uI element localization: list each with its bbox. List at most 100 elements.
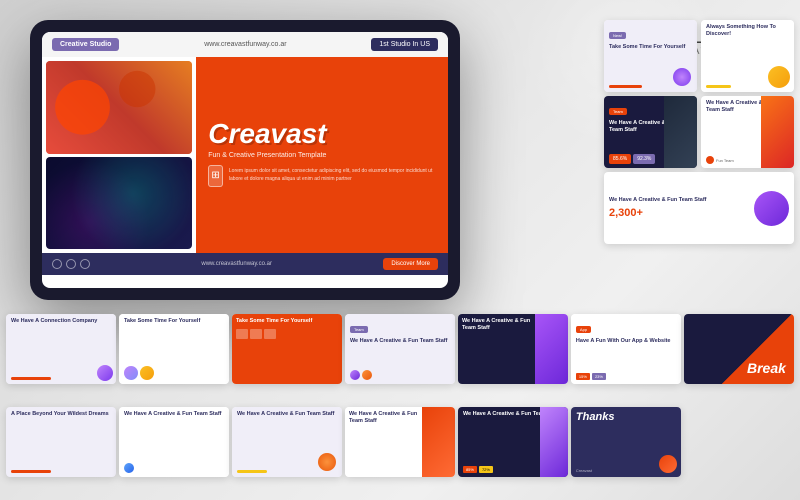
ms12-s2: 72%	[479, 466, 493, 473]
rs1-circle	[673, 68, 691, 86]
ms11-left: We Have A Creative & Fun Team Staff	[345, 407, 422, 477]
rs4-img	[761, 96, 794, 168]
mini-slide-2[interactable]: Take Some Time For Yourself	[119, 314, 229, 384]
ms5-img	[535, 314, 568, 384]
rs2-circle	[768, 66, 790, 88]
ms5-layout: We Have A Creative & Fun Team Staff	[458, 314, 568, 384]
right-slide-5[interactable]: We Have A Creative & Fun Team Staff 2,30…	[604, 172, 794, 244]
mini-slide-13[interactable]: Thanks Creavast	[571, 407, 681, 477]
stat2: 92.3%	[633, 154, 655, 164]
rs1-title: Take Some Time For Yourself	[609, 44, 692, 51]
rs5-left: We Have A Creative & Fun Team Staff 2,30…	[609, 197, 748, 218]
slide-icon-box: ⊞	[208, 165, 223, 187]
mini-slide-9[interactable]: We Have A Creative & Fun Team Staff	[119, 407, 229, 477]
ms9-row	[124, 463, 224, 473]
slide-title: Creavast	[208, 120, 436, 148]
ms10-title: We Have A Creative & Fun Team Staff	[237, 411, 337, 418]
ms11-img	[422, 407, 455, 477]
ms1-title: We Have A Connection Company	[11, 318, 111, 325]
ms4-c2	[362, 370, 372, 380]
ms1-circle	[97, 365, 113, 381]
rs5-stat: 2,300+	[609, 207, 748, 219]
ms3-bg: Take Some Time For Yourself	[232, 314, 342, 384]
ms11-title: We Have A Creative & Fun Team Staff	[349, 411, 418, 425]
ms3-title: Take Some Time For Yourself	[236, 318, 338, 325]
footer-dots	[52, 259, 90, 269]
mini-slide-12[interactable]: We Have A Creative & Fun Team Staff 85% …	[458, 407, 568, 477]
ms5-title: We Have A Creative & Fun Team Staff	[462, 318, 531, 332]
mini-slide-8[interactable]: A Place Beyond Your Wildest Dreams	[6, 407, 116, 477]
slide-body-text: Lorem ipsum dolor sit amet, consectetur …	[229, 168, 436, 183]
ms2-img	[124, 366, 138, 380]
badge-r3: Team	[609, 108, 627, 115]
mini-slide-5[interactable]: We Have A Creative & Fun Team Staff	[458, 314, 568, 384]
ms5-left: We Have A Creative & Fun Team Staff	[458, 314, 535, 384]
ms6-title: Have A Fun With Our App & Website	[576, 338, 676, 345]
rs5-img	[754, 191, 789, 226]
ms12-s1: 85%	[463, 466, 477, 473]
ms4-circles	[350, 370, 450, 380]
header-badge: 1st Studio In US	[371, 38, 438, 51]
stat1: 85.6%	[609, 154, 631, 164]
ms4-title: We Have A Creative & Fun Team Staff	[350, 338, 450, 345]
ms4-badge: Team	[350, 326, 368, 333]
ms2-title: Take Some Time For Yourself	[124, 318, 224, 325]
ms6-stats: 15% 23%	[576, 373, 676, 380]
ms3-boxes	[236, 329, 338, 339]
right-row-2: Team We Have A Creative & Fun Team Staff…	[604, 96, 794, 168]
ms13-circle	[659, 455, 677, 473]
mini-slide-1[interactable]: We Have A Connection Company	[6, 314, 116, 384]
slide-subtitle: Fun & Creative Presentation Template	[208, 152, 436, 159]
mini-slide-3[interactable]: Take Some Time For Yourself	[232, 314, 342, 384]
rs4-text: Fun Team	[716, 158, 734, 163]
right-slide-1[interactable]: New! Take Some Time For Yourself	[604, 20, 697, 92]
rs3-img	[664, 96, 697, 168]
break-text: Break	[747, 360, 786, 376]
slide-images	[42, 57, 196, 253]
dot-1	[52, 259, 62, 269]
ms6-s2: 23%	[592, 373, 606, 380]
ms8-accent	[11, 470, 51, 473]
right-slide-4[interactable]: We Have A Creative & Fun Team Staff Fun …	[701, 96, 794, 168]
header-url: www.creavastfunway.co.ar	[125, 41, 365, 48]
dot-3	[80, 259, 90, 269]
rs5-title: We Have A Creative & Fun Team Staff	[609, 197, 748, 204]
creative-studio-btn[interactable]: Creative Studio	[52, 38, 119, 51]
right-slide-2[interactable]: Always Something How To Discover!	[701, 20, 794, 92]
rs4-dot	[706, 156, 714, 164]
ms12-img	[540, 407, 567, 477]
badge-r1: New!	[609, 32, 626, 39]
ms2-img2	[140, 366, 154, 380]
mini-slide-11[interactable]: We Have A Creative & Fun Team Staff	[345, 407, 455, 477]
rs2-title: Always Something How To Discover!	[706, 24, 789, 38]
ms4-c1	[350, 370, 360, 380]
bottom-slides-grid: We Have A Connection Company Take Some T…	[0, 310, 800, 500]
ms9-c	[124, 463, 134, 473]
ms8-title: A Place Beyond Your Wildest Dreams	[11, 411, 111, 418]
slide-footer: www.creavastfunway.co.ar Discover More	[42, 253, 448, 275]
ms2-icons	[124, 366, 224, 380]
ms10-circle	[318, 453, 336, 471]
ms9-title: We Have A Creative & Fun Team Staff	[124, 411, 224, 418]
mini-slide-7-break[interactable]: Break	[684, 314, 794, 384]
ms1-accent	[11, 377, 51, 380]
hand-image	[46, 61, 192, 154]
slide-image-bottom	[46, 157, 192, 250]
discover-btn[interactable]: Discover More	[383, 258, 438, 270]
ms3-box2	[250, 329, 262, 339]
right-slide-3[interactable]: Team We Have A Creative & Fun Team Staff…	[604, 96, 697, 168]
dot-2	[66, 259, 76, 269]
ms6-badge: App	[576, 326, 591, 333]
ms13-thanks: Thanks	[576, 411, 676, 423]
slide-icon-row: ⊞ Lorem ipsum dolor sit amet, consectetu…	[208, 165, 436, 187]
slide-content: Creavast Fun & Creative Presentation Tem…	[196, 57, 448, 253]
rs1-accent	[609, 85, 642, 88]
mini-slide-10[interactable]: We Have A Creative & Fun Team Staff	[232, 407, 342, 477]
ms3-box3	[264, 329, 276, 339]
slide-image-top	[46, 61, 192, 154]
mini-slide-4[interactable]: Team We Have A Creative & Fun Team Staff	[345, 314, 455, 384]
right-row-3: We Have A Creative & Fun Team Staff 2,30…	[604, 172, 794, 244]
mini-slide-6[interactable]: App Have A Fun With Our App & Website 15…	[571, 314, 681, 384]
footer-url: www.creavastfunway.co.ar	[201, 261, 272, 267]
right-row-1: New! Take Some Time For Yourself Always …	[604, 20, 794, 92]
